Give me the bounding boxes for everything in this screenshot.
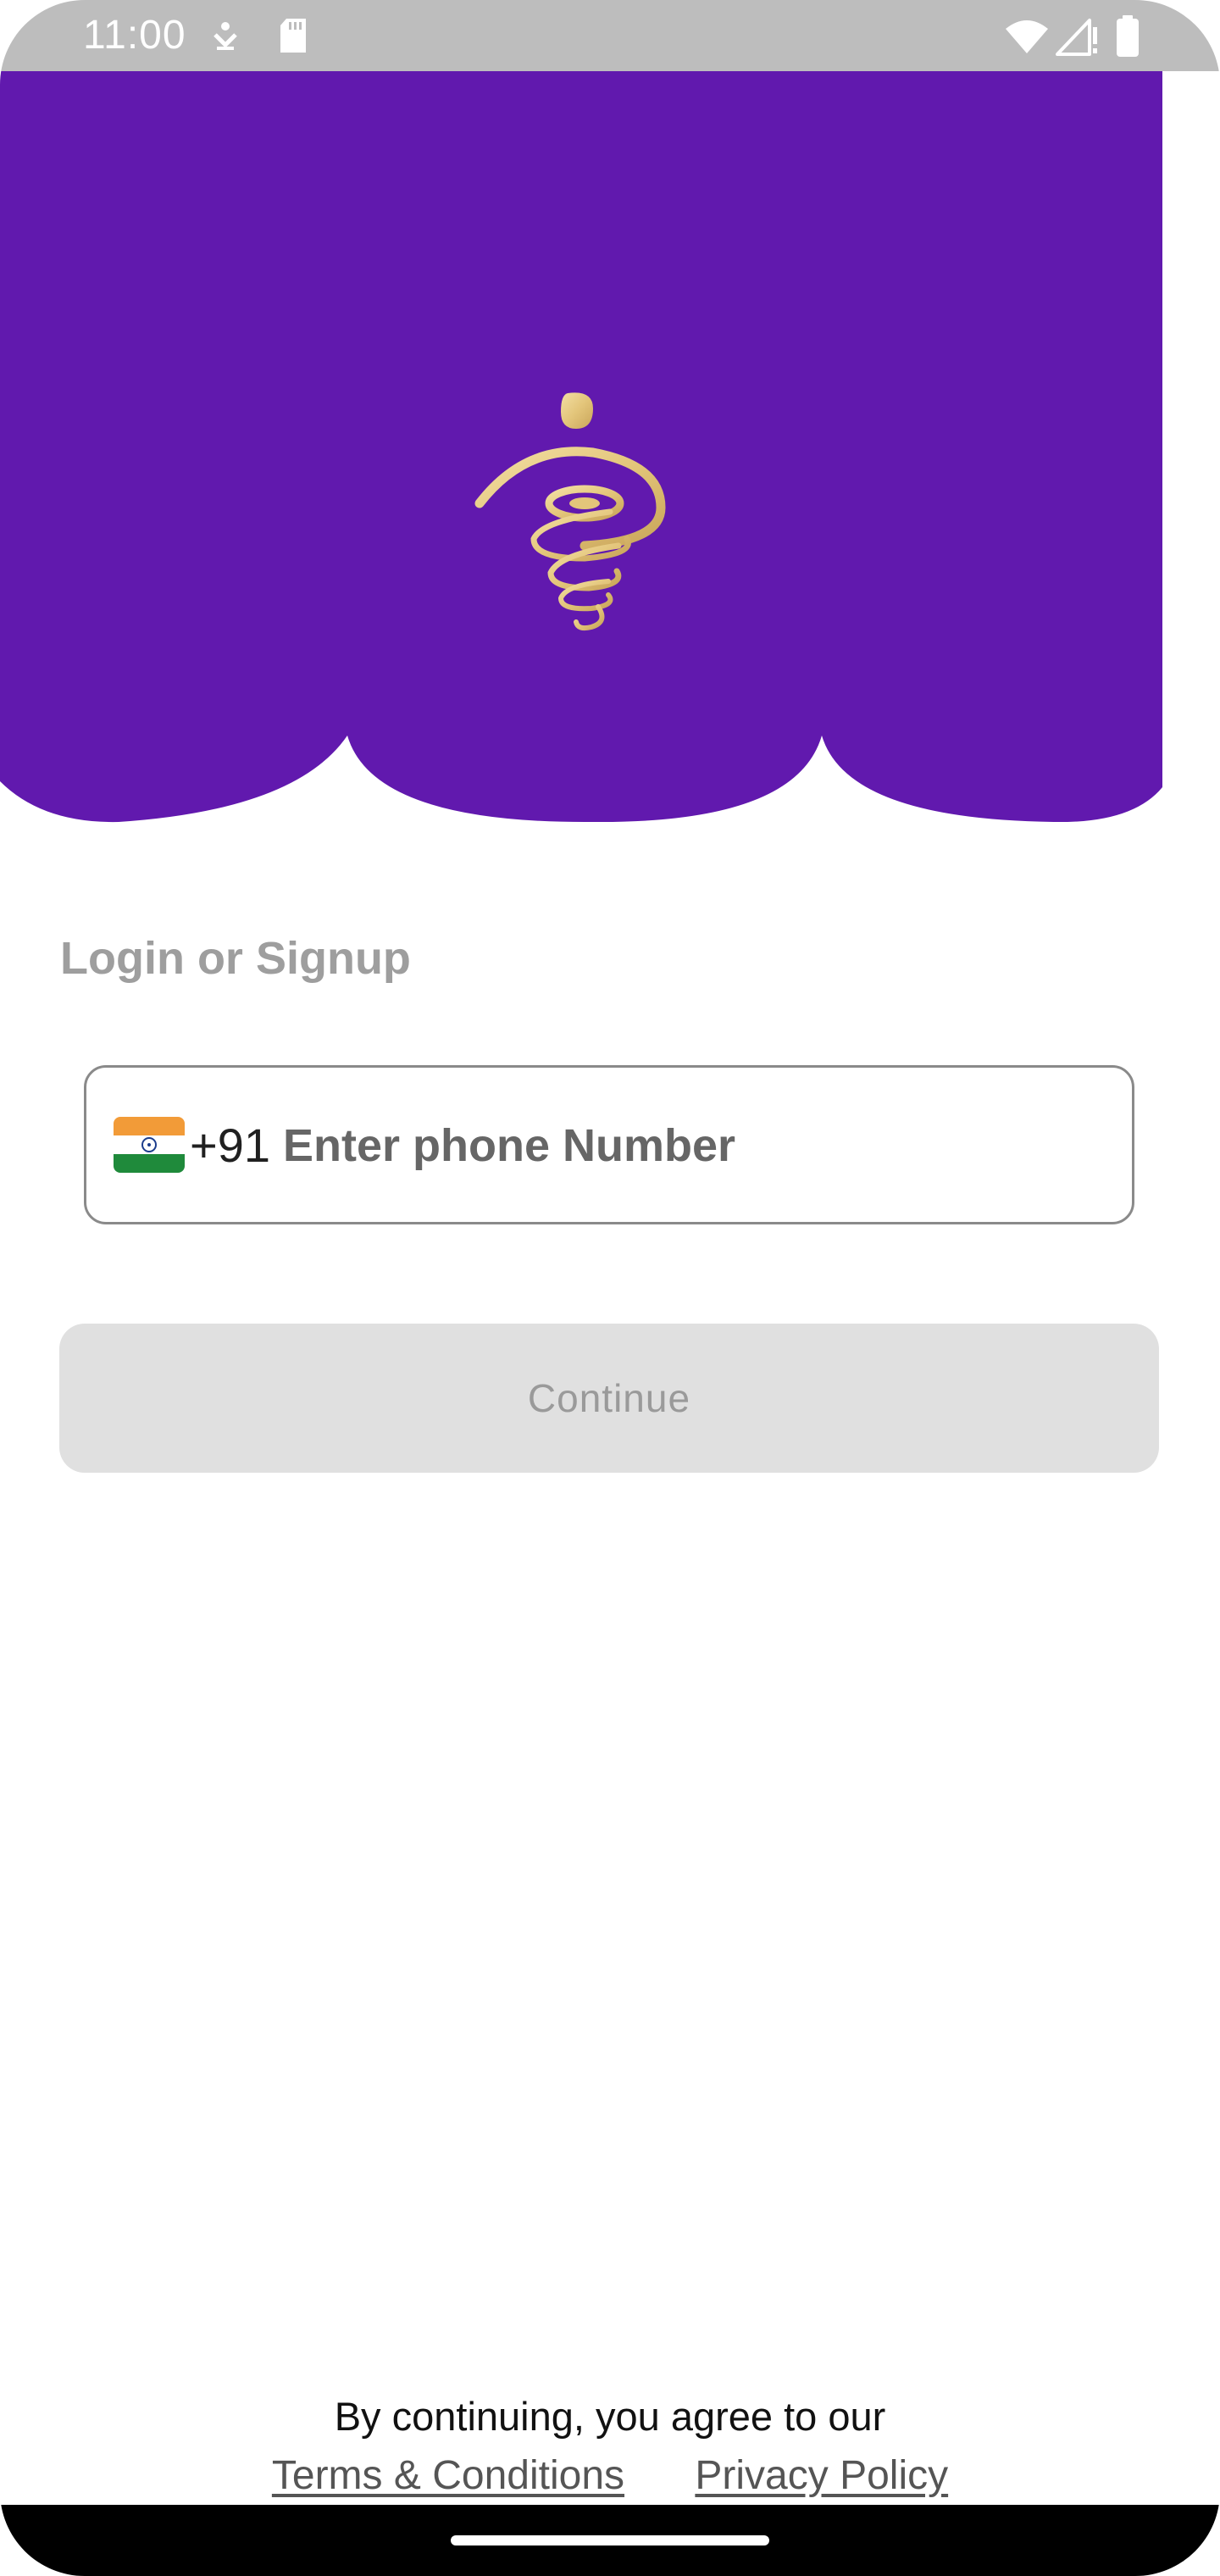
page-title: Login or Signup xyxy=(60,933,411,984)
wifi-icon xyxy=(1005,19,1049,58)
phone-input[interactable] xyxy=(283,1100,1113,1191)
navigation-bar xyxy=(0,2505,1220,2576)
status-bar: 11:00 xyxy=(0,0,1220,71)
battery-icon xyxy=(1115,15,1140,62)
privacy-link[interactable]: Privacy Policy xyxy=(695,2453,948,2498)
legal-links: Terms & Conditions Privacy Policy xyxy=(0,2452,1220,2499)
india-flag-icon[interactable] xyxy=(114,1117,185,1173)
phone-number-field[interactable]: +91 xyxy=(84,1065,1134,1224)
continue-button[interactable]: Continue xyxy=(59,1324,1159,1473)
download-icon xyxy=(210,20,241,55)
sd-card-icon xyxy=(278,17,308,58)
app-screen: 11:00 Login or Signup +91 Enter phone Nu… xyxy=(0,0,1220,2576)
status-time: 11:00 xyxy=(83,13,186,58)
gold-spiral-logo-icon xyxy=(466,385,678,639)
signal-icon xyxy=(1056,17,1100,60)
agreement-text: By continuing, you agree to our xyxy=(334,2394,886,2439)
country-code[interactable]: +91 xyxy=(190,1119,270,1173)
terms-link[interactable]: Terms & Conditions xyxy=(272,2453,624,2498)
header-banner xyxy=(0,71,1162,851)
home-indicator[interactable] xyxy=(451,2535,769,2545)
